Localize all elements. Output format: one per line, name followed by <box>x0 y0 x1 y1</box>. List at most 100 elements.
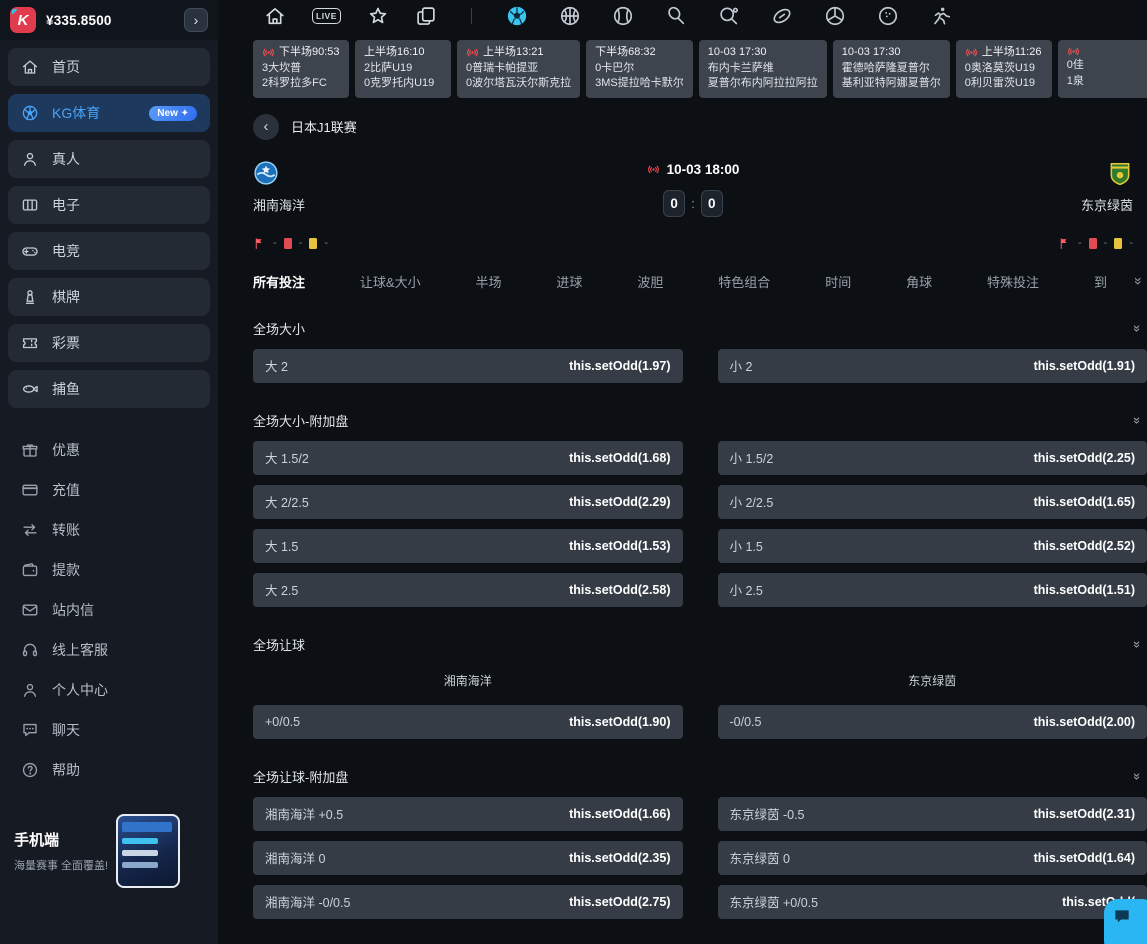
odds-cell[interactable]: 小 1.5this.setOdd(2.52) <box>718 529 1147 563</box>
odds-cell[interactable]: 大 2.5this.setOdd(2.58) <box>253 573 683 607</box>
copy-icon[interactable] <box>415 5 437 27</box>
odds-cell[interactable]: 东京绿茵 +0/0.5this.setOdd( <box>718 885 1147 919</box>
odds-cell[interactable]: 小 2/2.5this.setOdd(1.65) <box>718 485 1147 519</box>
sidebar-item-13[interactable]: 线上客服 <box>8 630 210 670</box>
baseball-icon[interactable] <box>612 5 634 27</box>
sidebar-item-2[interactable]: 真人 <box>8 140 210 178</box>
tab-3[interactable]: 进球 <box>556 272 582 291</box>
tab-4[interactable]: 波胆 <box>637 272 663 291</box>
odds-cell[interactable]: 东京绿茵 0this.setOdd(1.64) <box>718 841 1147 875</box>
ticker-card-7[interactable]: 0佳1泉 <box>1058 40 1147 98</box>
ticker-card-6[interactable]: 上半场11:260奥洛莫茨U190利贝雷茨U19 <box>956 40 1052 98</box>
bowling-icon[interactable] <box>877 5 899 27</box>
stat-dash: - <box>324 237 328 249</box>
sidebar-item-label: 彩票 <box>52 333 80 353</box>
sidebar-item-3[interactable]: 电子 <box>8 186 210 224</box>
odds-value: this.setOdd(2.00) <box>1034 715 1135 729</box>
odds-cell[interactable]: 湘南海洋 0this.setOdd(2.35) <box>253 841 683 875</box>
sidebar-item-label: 棋牌 <box>52 287 80 307</box>
ticker-card-3[interactable]: 下半场68:320卡巴尔3MS提拉哈卡默尔 <box>586 40 693 98</box>
section-collapse-chevron-icon[interactable]: » <box>1130 640 1145 647</box>
odds-cell[interactable]: 小 1.5/2this.setOdd(2.25) <box>718 441 1147 475</box>
tabs-more-chevron-icon[interactable]: » <box>1131 277 1147 285</box>
table-tennis-icon[interactable] <box>718 5 740 27</box>
odds-cell[interactable]: +0/0.5this.setOdd(1.90) <box>253 705 683 739</box>
sidebar-item-15[interactable]: 聊天 <box>8 710 210 750</box>
sidebar-item-6[interactable]: 彩票 <box>8 324 210 362</box>
sidebar-item-7[interactable]: 捕鱼 <box>8 370 210 408</box>
american-football-icon[interactable] <box>771 5 793 27</box>
odds-cell[interactable]: -0/0.5this.setOdd(2.00) <box>718 705 1147 739</box>
tab-1[interactable]: 让球&大小 <box>360 272 421 291</box>
person-icon <box>21 150 39 168</box>
sidebar-item-14[interactable]: 个人中心 <box>8 670 210 710</box>
transfer-icon <box>21 521 39 539</box>
tab-5[interactable]: 特色组合 <box>718 272 770 291</box>
sidebar-item-label: 优惠 <box>52 440 80 460</box>
help-icon <box>21 761 39 779</box>
away-team: 东京绿茵 <box>1003 160 1133 217</box>
ticker-away-team: 基利亚特阿娜夏普尔 <box>842 76 941 92</box>
volleyball-icon[interactable] <box>824 5 846 27</box>
gift-icon <box>21 441 39 459</box>
section-collapse-chevron-icon[interactable]: » <box>1130 324 1145 331</box>
odds-value: this.setOdd(2.52) <box>1034 539 1135 553</box>
mobile-promo-title: 手机端 <box>14 829 108 850</box>
odds-cell[interactable]: 小 2.5this.setOdd(1.51) <box>718 573 1147 607</box>
odds-cell[interactable]: 小 2this.setOdd(1.91) <box>718 349 1147 383</box>
odds-cell[interactable]: 大 2this.setOdd(1.97) <box>253 349 683 383</box>
athletics-icon[interactable] <box>930 5 952 27</box>
soccer-cyan-icon[interactable] <box>506 5 528 27</box>
ticker-time-text: 10-03 17:30 <box>842 45 901 61</box>
back-button[interactable]: ‹ <box>253 114 279 140</box>
odds-cell[interactable]: 大 1.5/2this.setOdd(1.68) <box>253 441 683 475</box>
odds-value: this.setOdd(2.35) <box>569 851 670 865</box>
app-root: K ¥335.8500 › 首页KG体育New ✦真人电子电竞棋牌彩票捕鱼 优惠… <box>0 0 1147 944</box>
odds-section-3: 全场让球-附加盘»湘南海洋 +0.5this.setOdd(1.66)东京绿茵 … <box>253 767 1147 919</box>
section-title: 全场让球 <box>253 635 305 654</box>
odds-label: 湘南海洋 +0.5 <box>265 804 343 823</box>
sidebar-item-5[interactable]: 棋牌 <box>8 278 210 316</box>
home-icon[interactable] <box>264 5 286 27</box>
odds-cell[interactable]: 湘南海洋 -0/0.5this.setOdd(2.75) <box>253 885 683 919</box>
tab-0[interactable]: 所有投注 <box>253 272 305 291</box>
sidebar-item-8[interactable]: 优惠 <box>8 430 210 470</box>
section-collapse-chevron-icon[interactable]: » <box>1130 772 1145 779</box>
sidebar-item-9[interactable]: 充值 <box>8 470 210 510</box>
chevron-left-icon: ‹ <box>264 118 269 135</box>
tab-7[interactable]: 角球 <box>906 272 932 291</box>
tab-2[interactable]: 半场 <box>476 272 502 291</box>
basketball-icon[interactable] <box>559 5 581 27</box>
sidebar-item-16[interactable]: 帮助 <box>8 750 210 790</box>
sidebar-item-label: 首页 <box>52 57 80 77</box>
odds-cell[interactable]: 东京绿茵 -0.5this.setOdd(2.31) <box>718 797 1147 831</box>
odds-cell[interactable]: 大 2/2.5this.setOdd(2.29) <box>253 485 683 519</box>
ticker-card-1[interactable]: 上半场16:102比萨U190克罗托内U19 <box>355 40 451 98</box>
tennis-racket-icon[interactable] <box>665 5 687 27</box>
sidebar-menu-primary: 首页 KG体育New ✦ 真人电子电竞棋牌彩票捕鱼 <box>0 40 218 416</box>
sidebar-expand-button[interactable]: › <box>184 8 208 32</box>
tab-9[interactable]: 到 <box>1094 272 1107 291</box>
kickoff-time: 10-03 18:00 <box>667 162 740 177</box>
sidebar-item-11[interactable]: 提款 <box>8 550 210 590</box>
star-icon[interactable] <box>367 5 389 27</box>
ticker-card-2[interactable]: 上半场13:210普瑞卡帕提亚0波尔塔瓦沃尔斯克拉 <box>457 40 580 98</box>
odds-cell[interactable]: 湘南海洋 +0.5this.setOdd(1.66) <box>253 797 683 831</box>
main-area: LIVE 下半场90:533大坎普2科罗拉多FC上半场16:102比萨U190克… <box>218 0 1147 944</box>
away-score: 0 <box>701 190 723 217</box>
ticker-card-0[interactable]: 下半场90:533大坎普2科罗拉多FC <box>253 40 349 98</box>
sidebar-item-12[interactable]: 站内信 <box>8 590 210 630</box>
sidebar-item-10[interactable]: 转账 <box>8 510 210 550</box>
tab-6[interactable]: 时间 <box>825 272 851 291</box>
tab-8[interactable]: 特殊投注 <box>987 272 1039 291</box>
odds-value: this.setOdd(1.65) <box>1034 495 1135 509</box>
section-collapse-chevron-icon[interactable]: » <box>1130 416 1145 423</box>
sidebar-item-0[interactable]: 首页 <box>8 48 210 86</box>
ticker-card-5[interactable]: 10-03 17:30霍德哈萨隆夏普尔基利亚特阿娜夏普尔 <box>833 40 950 98</box>
sidebar-item-1[interactable]: KG体育New ✦ <box>8 94 210 132</box>
live-nav-badge[interactable]: LIVE <box>312 8 341 24</box>
odds-cell[interactable]: 大 1.5this.setOdd(1.53) <box>253 529 683 563</box>
ticker-card-4[interactable]: 10-03 17:30布内卡兰萨维夏普尔布内阿拉拉阿拉 <box>699 40 827 98</box>
chat-fab-button[interactable] <box>1104 899 1147 944</box>
sidebar-item-4[interactable]: 电竞 <box>8 232 210 270</box>
